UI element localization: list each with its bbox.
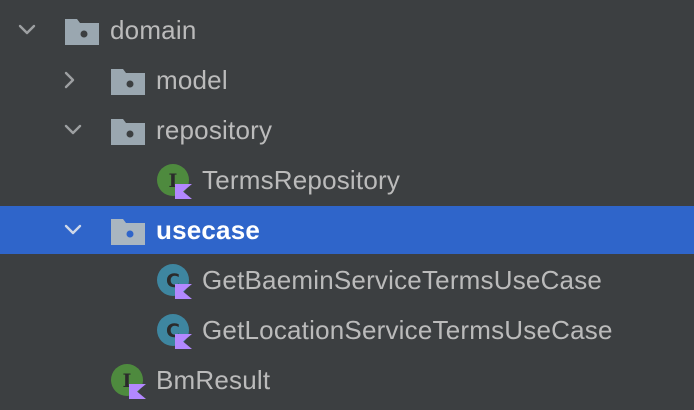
tree-node-label: domain [110, 15, 197, 45]
tree-node-usecase[interactable]: usecase [0, 206, 694, 254]
tree-node-label: BmResult [156, 365, 271, 395]
chevron-down-icon[interactable] [60, 217, 86, 243]
tree-node-label: model [156, 65, 228, 95]
kotlin-class-icon: C [156, 263, 192, 299]
chevron-right-icon[interactable] [57, 67, 83, 93]
tree-node-get-location-service-terms-usecase[interactable]: C GetLocationServiceTermsUseCase [0, 306, 694, 354]
tree-node-model[interactable]: model [0, 56, 694, 104]
tree-node-label: GetBaeminServiceTermsUseCase [202, 265, 603, 295]
kotlin-interface-icon: I [110, 363, 146, 399]
tree-node-label: repository [156, 115, 273, 145]
package-folder-icon [110, 116, 146, 146]
tree-node-label: TermsRepository [202, 165, 401, 195]
tree-node-get-baemin-service-terms-usecase[interactable]: C GetBaeminServiceTermsUseCase [0, 256, 694, 304]
tree-node-domain[interactable]: domain [0, 6, 694, 54]
tree-node-repository[interactable]: repository [0, 106, 694, 154]
project-tree: domain model repository I TermsRepositor [0, 0, 694, 410]
tree-node-label: usecase [156, 215, 261, 245]
tree-node-bm-result[interactable]: I BmResult [0, 356, 694, 404]
kotlin-interface-icon: I [156, 163, 192, 199]
chevron-down-icon[interactable] [60, 117, 86, 143]
tree-node-terms-repository[interactable]: I TermsRepository [0, 156, 694, 204]
chevron-down-icon[interactable] [14, 17, 40, 43]
package-folder-icon [64, 16, 100, 46]
kotlin-class-icon: C [156, 313, 192, 349]
package-folder-icon [110, 66, 146, 96]
tree-node-label: GetLocationServiceTermsUseCase [202, 315, 613, 345]
package-folder-icon [110, 216, 146, 246]
